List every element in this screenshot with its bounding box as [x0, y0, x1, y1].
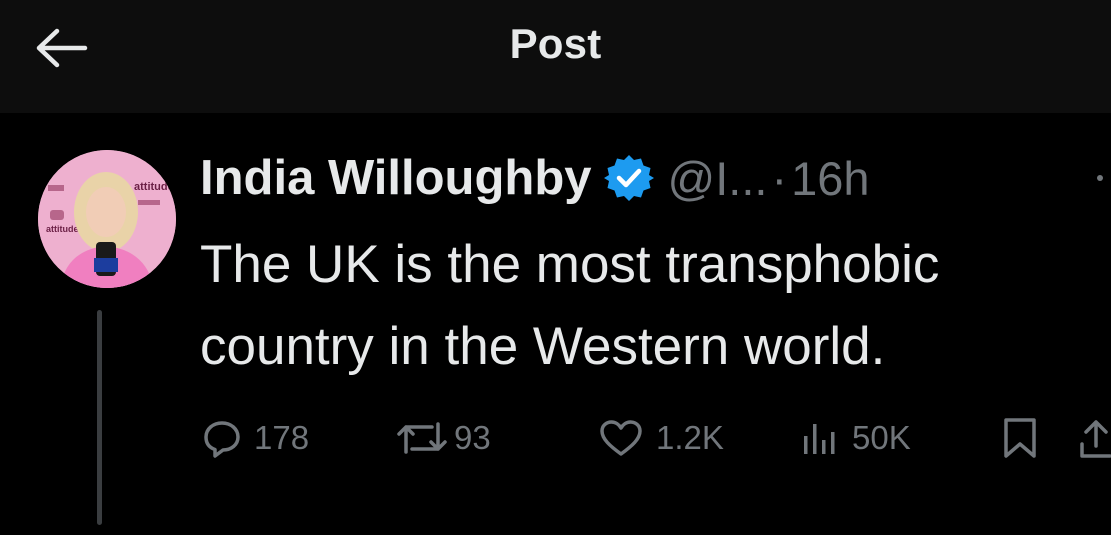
like-count: 1.2K [656, 419, 724, 456]
more-dots-icon [1097, 175, 1103, 181]
page-title: Post [509, 20, 602, 67]
post-text-line: country in the Western world. [200, 317, 886, 376]
avatar[interactable]: attitude attitude [38, 150, 176, 288]
avatar-image: attitude attitude [38, 150, 176, 288]
like-button[interactable]: 1.2K [598, 410, 724, 466]
svg-text:attitude: attitude [46, 224, 79, 234]
post-timestamp[interactable]: 16h [791, 151, 869, 206]
more-options-button[interactable] [1090, 152, 1111, 202]
top-bar: Post [0, 0, 1111, 113]
avatar-logo-text: attitude [134, 181, 174, 193]
separator-dot: · [771, 151, 788, 205]
action-bar: 178 93 1.2K 50K [200, 410, 1111, 466]
bookmark-icon [1004, 418, 1036, 458]
repost-button[interactable]: 93 [396, 410, 491, 466]
thread-line [97, 310, 102, 525]
author-name[interactable]: India Willoughby [200, 150, 592, 206]
author-handle[interactable]: @I... [668, 151, 768, 206]
share-icon [1080, 420, 1111, 458]
reply-icon [204, 421, 240, 458]
repost-count: 93 [454, 419, 491, 456]
repost-icon [397, 422, 447, 454]
share-button[interactable] [1078, 410, 1111, 466]
post-header: India Willoughby @I... · 16h [200, 148, 870, 208]
reply-count: 178 [254, 419, 310, 456]
views-icon [804, 424, 835, 454]
views-count: 50K [852, 419, 911, 456]
bookmark-button[interactable] [1000, 410, 1040, 466]
heart-icon [600, 420, 642, 456]
reply-button[interactable]: 178 [202, 410, 309, 466]
views-button[interactable]: 50K [800, 410, 911, 466]
verified-badge-icon[interactable] [603, 153, 654, 203]
post-text-line: The UK is the most transphobic [200, 235, 940, 294]
post-text: The UK is the most transphobic country i… [200, 224, 1100, 388]
